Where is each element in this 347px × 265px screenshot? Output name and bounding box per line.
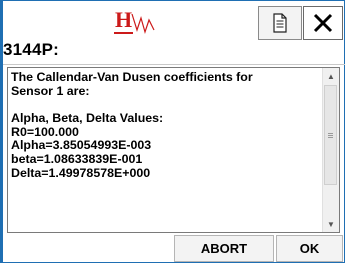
document-icon: [273, 13, 287, 33]
message-text: The Callendar-Van Dusen coefficients for…: [11, 71, 320, 229]
vertical-scrollbar[interactable]: ▲ ▼: [322, 68, 339, 232]
scroll-up-arrow-icon[interactable]: ▲: [323, 68, 339, 84]
page-title: 3144P:: [3, 40, 60, 59]
message-line: Alpha=3.85054993E-003: [11, 138, 152, 153]
message-box: The Callendar-Van Dusen coefficients for…: [7, 67, 340, 233]
logo-letter: H: [115, 7, 132, 32]
scrollbar-thumb[interactable]: [324, 85, 337, 185]
close-button[interactable]: [303, 6, 343, 40]
hart-logo-icon: H: [113, 6, 159, 40]
message-line: The Callendar-Van Dusen coefficients for: [11, 71, 253, 84]
message-line: [11, 98, 320, 112]
document-button[interactable]: [258, 6, 302, 40]
grip-icon: [328, 132, 333, 134]
scroll-down-arrow-icon[interactable]: ▼: [323, 216, 339, 232]
message-line: Alpha, Beta, Delta Values:: [11, 111, 164, 126]
header-divider: [3, 64, 345, 65]
message-line: beta=1.08633839E-001: [11, 151, 143, 166]
ok-button[interactable]: OK: [276, 235, 343, 262]
close-icon: [313, 13, 333, 33]
message-line: Sensor 1 are:: [11, 83, 90, 98]
message-line: Delta=1.49978578E+000: [11, 165, 151, 180]
abort-button[interactable]: ABORT: [174, 235, 274, 262]
message-line: R0=100.000: [11, 124, 79, 139]
